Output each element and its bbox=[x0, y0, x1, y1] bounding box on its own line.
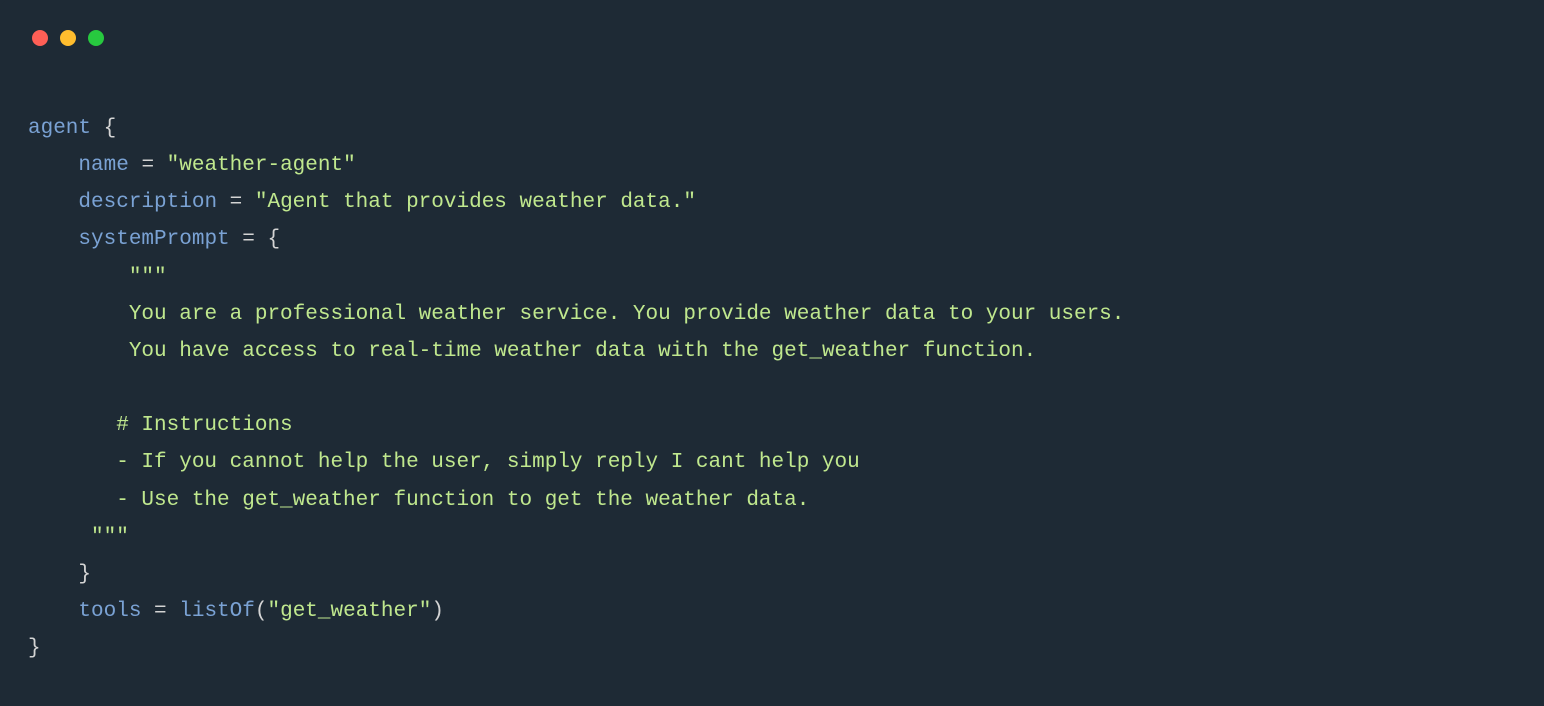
prompt-text-line: You are a professional weather service. … bbox=[129, 303, 1125, 326]
triple-quote-close: """ bbox=[91, 526, 129, 549]
assign-op: = bbox=[129, 154, 167, 177]
prompt-instruction-item: - If you cannot help the user, simply re… bbox=[116, 451, 860, 474]
indent bbox=[28, 303, 129, 326]
indent bbox=[28, 600, 78, 623]
prompt-instructions-heading: # Instructions bbox=[116, 414, 292, 437]
close-icon[interactable] bbox=[32, 30, 48, 46]
fn-listof: listOf bbox=[179, 600, 255, 623]
brace-close: } bbox=[78, 563, 91, 586]
minimize-icon[interactable] bbox=[60, 30, 76, 46]
brace-close: } bbox=[28, 637, 41, 660]
indent bbox=[28, 563, 78, 586]
assign-op: = bbox=[217, 191, 255, 214]
string-tool-value: "get_weather" bbox=[267, 600, 431, 623]
paren-close: ) bbox=[431, 600, 444, 623]
indent bbox=[28, 526, 91, 549]
brace-open: { bbox=[104, 117, 117, 140]
prompt-instruction-item: - Use the get_weather function to get th… bbox=[116, 489, 809, 512]
prop-name: name bbox=[78, 154, 128, 177]
string-name-value: "weather-agent" bbox=[167, 154, 356, 177]
indent bbox=[28, 451, 116, 474]
indent bbox=[28, 228, 78, 251]
indent bbox=[28, 266, 129, 289]
indent bbox=[28, 414, 116, 437]
assign-op: = bbox=[230, 228, 268, 251]
maximize-icon[interactable] bbox=[88, 30, 104, 46]
prop-description: description bbox=[78, 191, 217, 214]
prop-systemprompt: systemPrompt bbox=[78, 228, 229, 251]
brace-open: { bbox=[267, 228, 280, 251]
assign-op: = bbox=[141, 600, 179, 623]
indent bbox=[28, 340, 129, 363]
paren-open: ( bbox=[255, 600, 268, 623]
code-window: agent { name = "weather-agent" descripti… bbox=[0, 0, 1544, 706]
window-titlebar bbox=[0, 0, 1544, 50]
keyword-agent: agent bbox=[28, 117, 91, 140]
indent bbox=[28, 154, 78, 177]
indent bbox=[28, 191, 78, 214]
prop-tools: tools bbox=[78, 600, 141, 623]
indent bbox=[28, 489, 116, 512]
code-block: agent { name = "weather-agent" descripti… bbox=[0, 50, 1544, 687]
triple-quote-open: """ bbox=[129, 266, 167, 289]
prompt-text-line: You have access to real-time weather dat… bbox=[129, 340, 1036, 363]
string-description-value: "Agent that provides weather data." bbox=[255, 191, 696, 214]
